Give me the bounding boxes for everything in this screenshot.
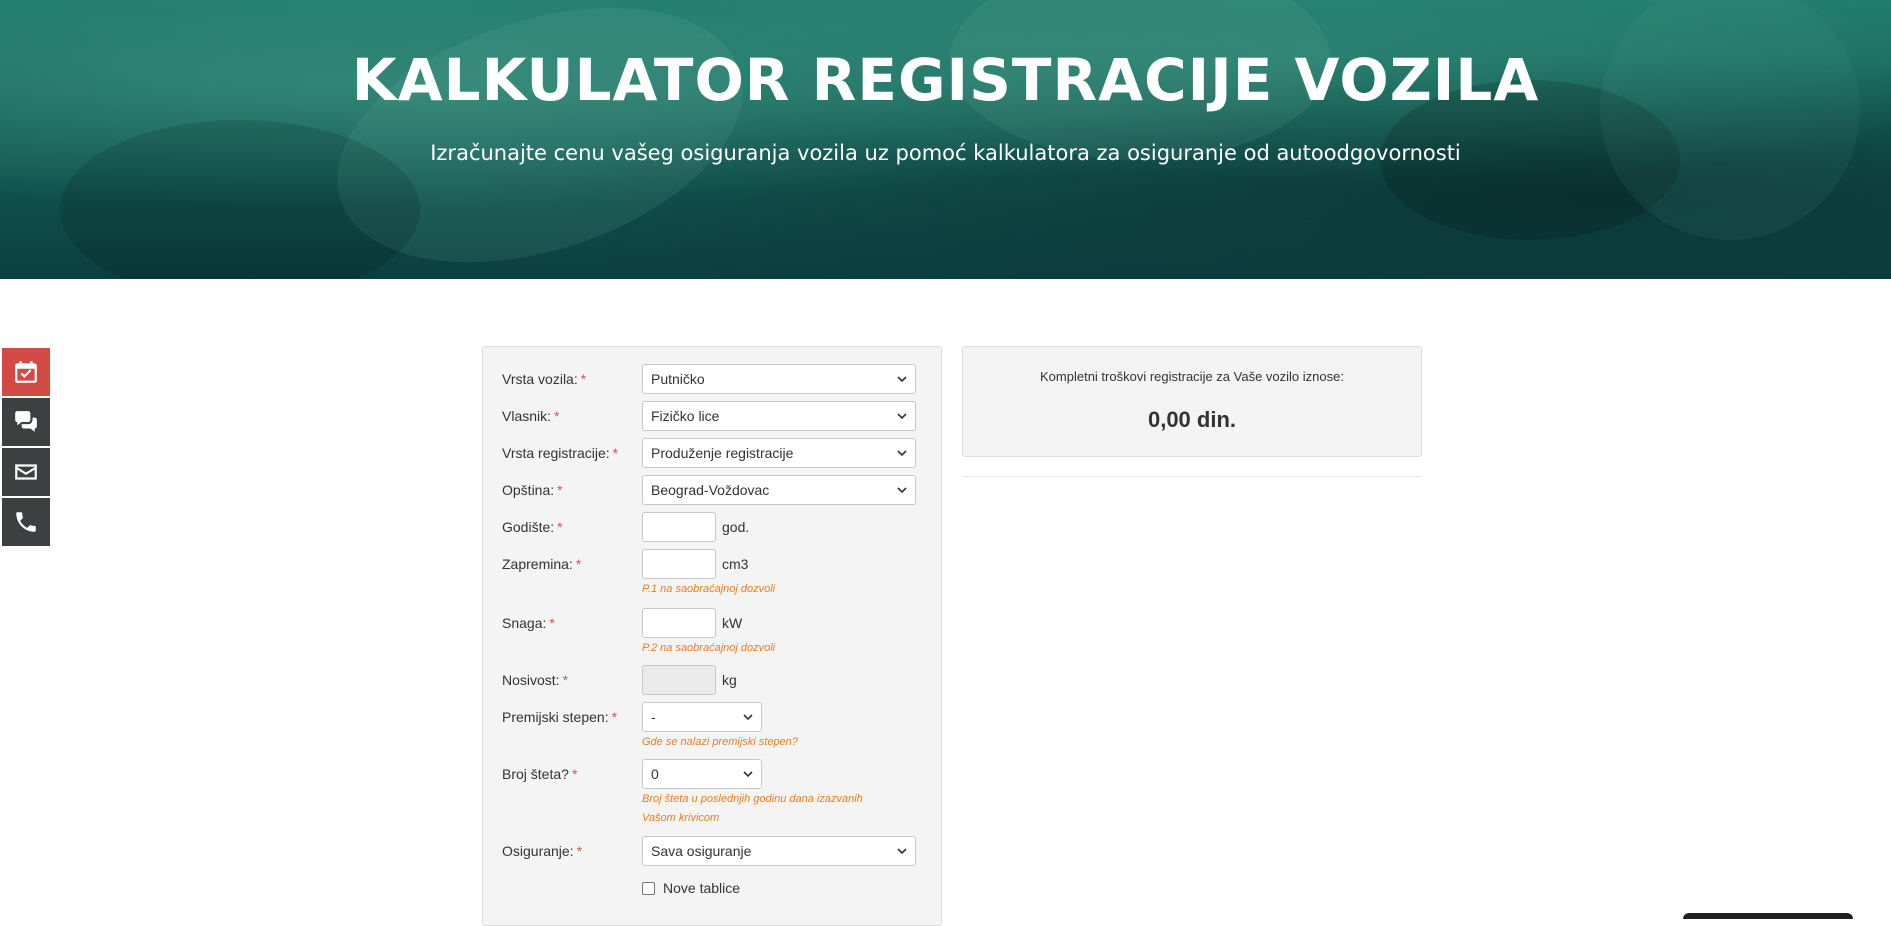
premium-level-select[interactable]: - <box>642 702 762 732</box>
year-input[interactable] <box>642 512 716 542</box>
power-hint: P.2 na saobraćajnoj dozvoli <box>642 642 776 654</box>
year-unit: god. <box>722 519 750 535</box>
premium-level-hint-link[interactable]: Gde se nalazi premijski stepen? <box>642 733 798 752</box>
result-label: Kompletni troškovi registracije za Vaše … <box>1040 369 1344 384</box>
side-contact-bar <box>2 348 50 548</box>
envelope-icon <box>15 464 37 480</box>
chevron-down-icon <box>897 413 907 420</box>
chat-icon <box>15 411 37 432</box>
vehicle-type-select[interactable]: Putničko <box>642 364 916 394</box>
damage-count-hint: Vašom krivicom <box>642 812 720 824</box>
load-capacity-input <box>642 665 716 695</box>
owner-select[interactable]: Fizičko lice <box>642 401 916 431</box>
registration-type-select[interactable]: Produženje registracije <box>642 438 916 468</box>
page-title: KALKULATOR REGISTRACIJE VOZILA <box>351 46 1540 114</box>
chevron-down-icon <box>897 487 907 494</box>
damage-count-label: Broj šteta? * <box>502 766 578 782</box>
page-subtitle: Izračunajte cenu vašeg osiguranja vozila… <box>430 141 1461 165</box>
municipality-select[interactable]: Beograd-Voždovac <box>642 475 916 505</box>
municipality-label: Opština: * <box>502 482 563 498</box>
insurance-label: Osiguranje: * <box>502 843 583 859</box>
hero-banner: KALKULATOR REGISTRACIJE VOZILA Izračunaj… <box>0 0 1891 279</box>
new-plates-label: Nove tablice <box>663 880 741 896</box>
chevron-down-icon <box>743 771 753 778</box>
chevron-down-icon <box>897 450 907 457</box>
volume-unit: cm3 <box>722 556 749 572</box>
checkbox-box[interactable] <box>642 881 655 895</box>
vehicle-type-label: Vrsta vozila: * <box>502 371 587 387</box>
result-panel: Kompletni troškovi registracije za Vaše … <box>962 346 1422 457</box>
calendar-check-icon <box>15 361 37 383</box>
insurance-select[interactable]: Sava osiguranje <box>642 836 916 866</box>
registration-type-label: Vrsta registracije: * <box>502 445 619 461</box>
owner-label: Vlasnik: * <box>502 408 560 424</box>
load-capacity-label: Nosivost: * <box>502 672 569 688</box>
power-label: Snaga: * <box>502 615 555 631</box>
volume-label: Zapremina: * <box>502 556 582 572</box>
phone-icon <box>16 512 36 532</box>
premium-level-label: Premijski stepen: * <box>502 709 618 725</box>
power-unit: kW <box>722 615 743 631</box>
damage-count-hint: Broj šteta u poslednjih godinu dana izaz… <box>642 793 863 805</box>
chat-button[interactable] <box>2 398 50 446</box>
damage-count-select[interactable]: 0 <box>642 759 762 789</box>
chevron-down-icon <box>897 376 907 383</box>
divider <box>962 476 1422 477</box>
load-capacity-unit: kg <box>722 672 737 688</box>
power-input[interactable] <box>642 608 716 638</box>
chevron-down-icon <box>897 848 907 855</box>
email-button[interactable] <box>2 448 50 496</box>
volume-input[interactable] <box>642 549 716 579</box>
new-plates-checkbox[interactable]: Nove tablice <box>642 880 740 896</box>
calculator-form: Vrsta vozila: * Putničko Vlasnik: * Fizičk… <box>482 346 942 926</box>
volume-hint: P.1 na saobraćajnoj dozvoli <box>642 583 776 595</box>
chat-widget-tab[interactable] <box>1683 913 1853 919</box>
appointment-button[interactable] <box>2 348 50 396</box>
year-label: Godište: * <box>502 519 563 535</box>
phone-button[interactable] <box>2 498 50 546</box>
chevron-down-icon <box>743 714 753 721</box>
total-amount: 0,00 din. <box>1147 407 1237 432</box>
